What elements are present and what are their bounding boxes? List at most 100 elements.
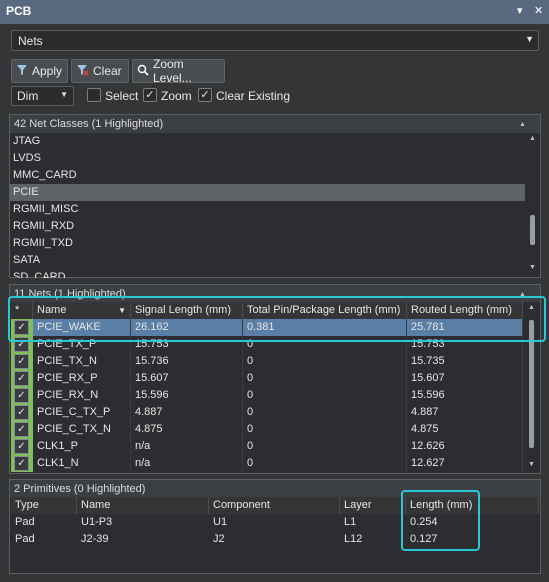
- net-class-item[interactable]: SATA: [10, 252, 525, 269]
- net-cell-signal: n/a: [131, 438, 243, 455]
- apply-button[interactable]: Apply: [11, 59, 68, 83]
- col-header-name[interactable]: Name: [77, 497, 209, 514]
- mode-combo[interactable]: Nets ▼: [11, 30, 539, 51]
- primitive-cell-layer: L12: [344, 533, 363, 545]
- net-class-item[interactable]: JTAG: [10, 133, 525, 150]
- net-cell-routed: 12.627: [407, 455, 523, 472]
- net-row[interactable]: ✓ PCIE_C_TX_N 4.875 0 4.875: [0, 421, 524, 438]
- scroll-up-icon[interactable]: ▲: [529, 135, 536, 142]
- primitive-cell-type: Pad: [15, 533, 35, 545]
- chevron-down-icon: ▼: [525, 34, 534, 44]
- net-visibility-cell: ✓: [11, 387, 33, 404]
- net-cell-signal: 15.736: [131, 353, 243, 370]
- net-checkbox[interactable]: ✓: [14, 422, 29, 437]
- primitive-cell-name: J2-39: [81, 533, 109, 545]
- net-cell-name: PCIE_TX_N: [33, 353, 131, 370]
- primitive-cell-component: U1: [213, 516, 228, 528]
- net-classes-scrollbar[interactable]: ▲ ▼: [525, 133, 540, 277]
- net-class-item[interactable]: RGMII_RXD: [10, 218, 525, 235]
- net-cell-pin: 0: [243, 387, 407, 404]
- net-class-item[interactable]: SD_CARD: [10, 269, 525, 278]
- net-cell-signal: 4.875: [131, 421, 243, 438]
- funnel-icon: [16, 64, 28, 79]
- clear-label: Clear: [93, 64, 122, 78]
- net-cell-pin: 0: [243, 370, 407, 387]
- net-cell-routed: 15.735: [407, 353, 523, 370]
- net-cell-routed: 15.607: [407, 370, 523, 387]
- zoom-level-button[interactable]: Zoom Level...: [132, 57, 225, 85]
- net-row[interactable]: ✓ CLK1_P n/a 0 12.626: [0, 438, 524, 455]
- clear-button[interactable]: Clear: [71, 59, 129, 83]
- net-class-item[interactable]: MMC_CARD: [10, 167, 525, 184]
- net-cell-pin: 0: [243, 455, 407, 472]
- scroll-down-icon[interactable]: ▼: [529, 264, 536, 271]
- select-checkbox[interactable]: [87, 88, 101, 102]
- net-cell-pin: 0: [243, 353, 407, 370]
- col-header-layer[interactable]: Layer: [340, 497, 406, 514]
- net-row[interactable]: ✓ PCIE_TX_N 15.736 0 15.735: [0, 353, 524, 370]
- select-label: Select: [105, 89, 139, 103]
- funnel-clear-icon: [76, 64, 89, 79]
- net-cell-signal: n/a: [131, 455, 243, 472]
- net-cell-name: PCIE_RX_P: [33, 370, 131, 387]
- chevron-down-icon[interactable]: ▾: [517, 4, 523, 17]
- net-row[interactable]: ✓ CLK1_N n/a 0 12.627: [0, 455, 524, 472]
- primitive-cell-component: J2: [213, 533, 225, 545]
- net-cell-signal: 15.596: [131, 387, 243, 404]
- check-icon: ✓: [200, 89, 210, 101]
- net-class-item-selected[interactable]: PCIE: [10, 184, 525, 201]
- clear-existing-checkbox[interactable]: ✓: [198, 88, 212, 102]
- dim-combo-value: Dim: [17, 89, 39, 103]
- net-visibility-cell: ✓: [11, 438, 33, 455]
- net-cell-routed: 4.887: [407, 404, 523, 421]
- primitive-cell-layer: L1: [344, 516, 357, 528]
- net-cell-name: PCIE_RX_N: [33, 387, 131, 404]
- net-visibility-cell: ✓: [11, 421, 33, 438]
- net-cell-pin: 0: [243, 421, 407, 438]
- primitive-cell-type: Pad: [15, 516, 35, 528]
- net-class-item[interactable]: RGMII_MISC: [10, 201, 525, 218]
- net-checkbox[interactable]: ✓: [14, 439, 29, 454]
- zoom-level-label: Zoom Level...: [153, 57, 192, 85]
- net-cell-pin: 0: [243, 404, 407, 421]
- net-cell-name: PCIE_C_TX_P: [33, 404, 131, 421]
- net-classes-group: 42 Net Classes (1 Highlighted) ▲ JTAG LV…: [9, 114, 541, 278]
- net-checkbox[interactable]: ✓: [14, 354, 29, 369]
- net-visibility-cell: ✓: [11, 455, 33, 472]
- dim-combo[interactable]: Dim ▼: [11, 86, 74, 106]
- net-class-item[interactable]: LVDS: [10, 150, 525, 167]
- clear-existing-label: Clear Existing: [216, 89, 291, 103]
- net-visibility-cell: ✓: [11, 370, 33, 387]
- net-checkbox[interactable]: ✓: [14, 456, 29, 471]
- title-bar: PCB ▾ ✕: [0, 0, 549, 24]
- net-classes-header-text: 42 Net Classes (1 Highlighted): [14, 118, 164, 130]
- col-header-type[interactable]: Type: [11, 497, 77, 514]
- net-row[interactable]: ✓ PCIE_C_TX_P 4.887 0 4.887: [0, 404, 524, 421]
- scroll-down-icon[interactable]: ▼: [528, 461, 535, 468]
- net-cell-name: PCIE_C_TX_N: [33, 421, 131, 438]
- net-row[interactable]: ✓ PCIE_RX_N 15.596 0 15.596: [0, 387, 524, 404]
- close-icon[interactable]: ✕: [534, 4, 543, 17]
- net-row[interactable]: ✓ PCIE_RX_P 15.607 0 15.607: [0, 370, 524, 387]
- col-header-component[interactable]: Component: [209, 497, 340, 514]
- zoom-label: Zoom: [161, 89, 192, 103]
- net-checkbox[interactable]: ✓: [14, 371, 29, 386]
- net-classes-header: 42 Net Classes (1 Highlighted) ▲: [10, 115, 540, 133]
- net-cell-name: CLK1_N: [33, 455, 131, 472]
- net-cell-name: CLK1_P: [33, 438, 131, 455]
- mode-combo-value: Nets: [18, 34, 43, 48]
- zoom-checkbox[interactable]: ✓: [143, 88, 157, 102]
- net-classes-list: JTAG LVDS MMC_CARD PCIE RGMII_MISC RGMII…: [10, 133, 525, 278]
- chevron-down-icon: ▼: [60, 90, 68, 99]
- net-checkbox[interactable]: ✓: [14, 388, 29, 403]
- net-cell-signal: 15.607: [131, 370, 243, 387]
- window-title: PCB: [6, 4, 32, 18]
- magnifier-icon: [137, 64, 149, 79]
- net-cell-pin: 0: [243, 438, 407, 455]
- net-visibility-cell: ✓: [11, 353, 33, 370]
- net-class-item[interactable]: RGMII_TXD: [10, 235, 525, 252]
- collapse-up-icon[interactable]: ▲: [519, 116, 526, 134]
- net-checkbox[interactable]: ✓: [14, 405, 29, 420]
- net-cell-signal: 4.887: [131, 404, 243, 421]
- scroll-thumb[interactable]: [530, 215, 535, 245]
